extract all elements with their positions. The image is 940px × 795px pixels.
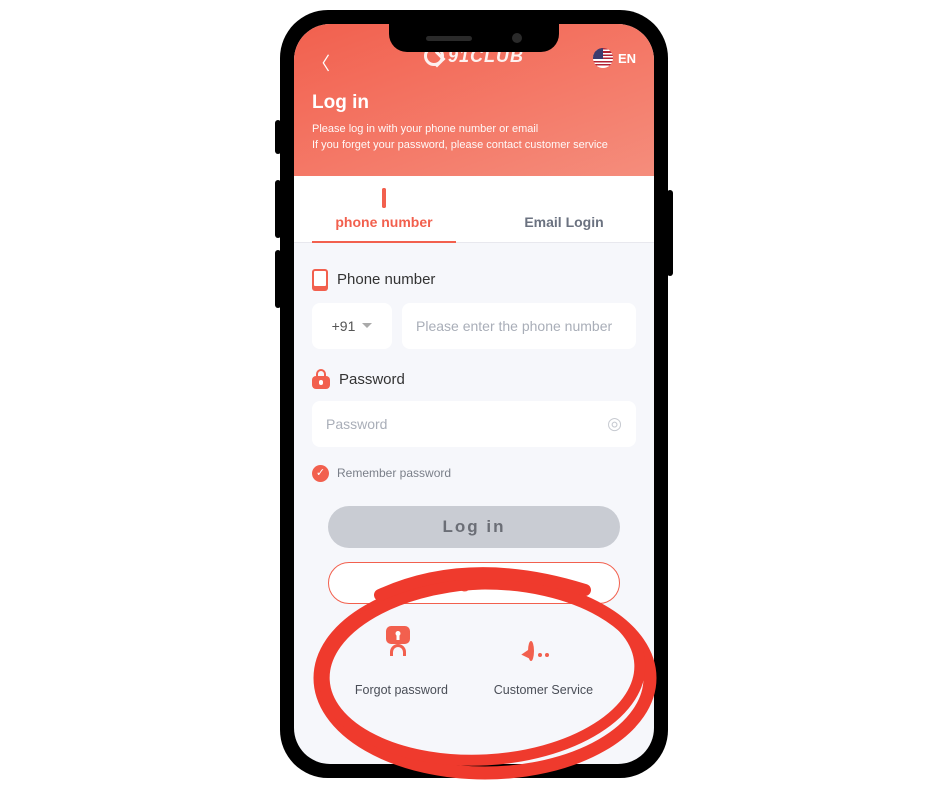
language-label: EN (618, 51, 636, 66)
phone-frame: 〈 91CLUB EN Log in Please log in with yo… (280, 10, 668, 778)
phone-input[interactable] (402, 303, 636, 349)
bottom-links: Forgot password Customer Service (312, 644, 636, 697)
login-tabs: phone number Email Login (294, 176, 654, 243)
login-button[interactable]: Log in (328, 506, 620, 548)
page-subtitle: Please log in with your phone number or … (312, 122, 636, 154)
chevron-down-icon (362, 323, 372, 328)
password-input[interactable] (312, 401, 636, 447)
phone-icon (382, 188, 386, 208)
tab-label: phone number (335, 214, 432, 230)
tab-label: Email Login (524, 214, 603, 230)
register-button[interactable]: Register (328, 562, 620, 604)
remember-label: Remember password (337, 466, 451, 480)
chat-icon (528, 641, 534, 661)
country-code-value: +91 (332, 318, 356, 334)
eye-icon[interactable]: ◎ (607, 414, 622, 434)
tab-phone-number[interactable]: phone number (294, 176, 474, 242)
phone-notch (389, 24, 559, 52)
forgot-password-link[interactable]: Forgot password (355, 644, 448, 697)
side-button (275, 250, 281, 308)
phone-field-label: Phone number (312, 269, 636, 291)
country-code-select[interactable]: +91 (312, 303, 392, 349)
forgot-password-label: Forgot password (355, 683, 448, 697)
phone-screen: 〈 91CLUB EN Log in Please log in with yo… (294, 24, 654, 764)
remember-password-toggle[interactable]: ✓ Remember password (312, 465, 636, 482)
side-button (667, 190, 673, 276)
subtitle-line: If you forget your password, please cont… (312, 138, 636, 154)
password-field-label: Password (312, 371, 636, 389)
side-button (275, 180, 281, 238)
back-icon[interactable]: 〈 (312, 50, 330, 76)
customer-service-label: Customer Service (494, 683, 593, 697)
tab-email-login[interactable]: Email Login (474, 176, 654, 242)
language-selector[interactable]: EN (593, 48, 636, 68)
check-icon: ✓ (312, 465, 329, 482)
flag-icon (593, 48, 613, 68)
page-title: Log in (312, 92, 636, 114)
customer-service-link[interactable]: Customer Service (494, 644, 593, 697)
subtitle-line: Please log in with your phone number or … (312, 122, 636, 138)
phone-icon (312, 269, 328, 291)
lock-icon (312, 371, 330, 389)
login-form: Phone number +91 Password ◎ ✓ Remember p… (294, 243, 654, 697)
side-button (275, 120, 281, 154)
